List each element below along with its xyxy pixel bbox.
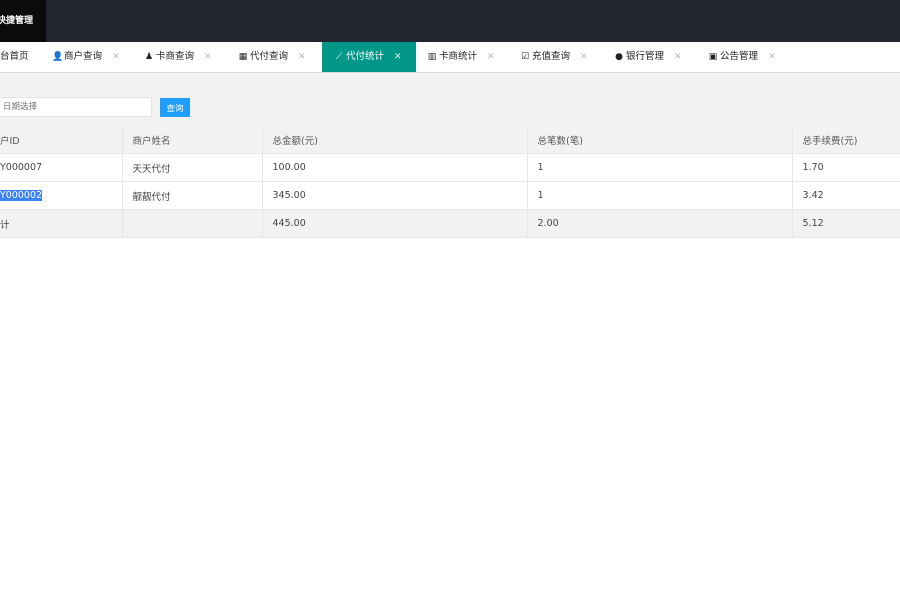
tab-bank-management-label: 银行管理: [626, 51, 665, 62]
tab-notice-management-label: 公告管理: [720, 51, 759, 62]
cell-merchant-id: Y000007: [0, 153, 123, 182]
user-icon: 👤: [52, 52, 64, 62]
cell-total-amount: 100.00: [262, 153, 528, 182]
query-button[interactable]: 查询: [160, 98, 190, 117]
cell-total-fee: 1.70: [792, 153, 900, 182]
cell-total-empty: [122, 209, 263, 238]
cell-total-fee: 3.42: [792, 181, 900, 210]
table-row[interactable]: Y000007 天天代付 100.00 1 1.70: [0, 153, 900, 182]
tab-merchant-query[interactable]: 👤商户查询 ✕: [52, 42, 120, 72]
cell-total-amount: 345.00: [262, 181, 528, 210]
tab-payout-query[interactable]: ▦ 代付查询 ✕: [238, 42, 306, 72]
table-total-row: 计 445.00 2.00 5.12: [0, 209, 900, 238]
tab-payout-query-label: 代付查询: [250, 51, 289, 62]
cell-total-fee-sum: 5.12: [792, 209, 900, 238]
cell-merchant-name: 靓靓代付: [122, 181, 263, 210]
tab-recharge-query-label: 充值查询: [532, 51, 571, 62]
shield-check-icon: ☑: [520, 52, 530, 62]
close-icon[interactable]: ✕: [487, 52, 495, 62]
close-icon[interactable]: ✕: [204, 52, 212, 62]
tab-bar: 台首页 👤商户查询 ✕ ♟ 卡商查询 ✕ ▦ 代付查询 ✕ ⟋ 代付统计 ✕ ▥ 卡商统计 ✕ ☑…: [0, 42, 900, 73]
tab-home[interactable]: 台首页: [0, 42, 29, 72]
close-icon[interactable]: ✕: [394, 52, 402, 62]
close-icon[interactable]: ✕: [674, 52, 682, 62]
brand-logo: 快捷管理: [0, 0, 46, 42]
top-header-bar: 快捷管理: [0, 0, 900, 42]
chart-icon: ⟋: [335, 52, 343, 62]
cell-total-count: 1: [527, 153, 793, 182]
brand-label: 快捷管理: [0, 16, 34, 26]
cell-total-count: 1: [527, 181, 793, 210]
tab-bank-management[interactable]: ● 银行管理 ✕: [614, 42, 682, 72]
table-header-row: 户ID 商户姓名 总金额(元) 总笔数(笔) 总手续费(元): [0, 126, 900, 154]
close-icon[interactable]: ✕: [112, 52, 120, 62]
cell-total-count-sum: 2.00: [527, 209, 793, 238]
column-header-total-fee[interactable]: 总手续费(元): [792, 126, 900, 154]
table-row[interactable]: Y000002 靓靓代付 345.00 1 3.42: [0, 181, 900, 210]
column-header-total-amount[interactable]: 总金额(元): [262, 126, 528, 154]
close-icon[interactable]: ✕: [580, 52, 588, 62]
bar-chart-icon: ▥: [427, 52, 437, 62]
info-circle-icon: ●: [615, 52, 623, 62]
tab-payout-stats[interactable]: ⟋ 代付统计 ✕: [322, 42, 416, 72]
tab-recharge-query[interactable]: ☑ 充值查询 ✕: [520, 42, 588, 72]
users-icon: ♟: [144, 52, 154, 62]
cell-merchant-id: Y000002: [0, 181, 123, 210]
content-top-spacer: [0, 73, 900, 90]
tab-card-merchant-query-label: 卡商查询: [156, 51, 195, 62]
tab-payout-stats-label: 代付统计: [346, 51, 385, 62]
search-toolbar: 查询: [0, 90, 900, 126]
tab-card-merchant-stats-label: 卡商统计: [439, 51, 478, 62]
tab-card-merchant-query[interactable]: ♟ 卡商查询 ✕: [144, 42, 212, 72]
cell-merchant-name: 天天代付: [122, 153, 263, 182]
tab-merchant-query-label: 商户查询: [64, 51, 103, 62]
payout-stats-table: 户ID 商户姓名 总金额(元) 总笔数(笔) 总手续费(元) Y000007 天…: [0, 126, 900, 238]
column-header-merchant-name[interactable]: 商户姓名: [122, 126, 263, 154]
cell-total-label: 计: [0, 209, 123, 238]
date-picker-input[interactable]: [0, 97, 152, 117]
tab-notice-management[interactable]: ▣ 公告管理 ✕: [708, 42, 776, 72]
column-header-merchant-id[interactable]: 户ID: [0, 126, 123, 154]
tab-home-label: 台首页: [0, 51, 29, 62]
calendar-icon: ▣: [708, 52, 718, 62]
selected-text: Y000002: [0, 190, 43, 201]
cell-total-amount-sum: 445.00: [262, 209, 528, 238]
tab-card-merchant-stats[interactable]: ▥ 卡商统计 ✕: [427, 42, 495, 72]
close-icon[interactable]: ✕: [768, 52, 776, 62]
column-header-total-count[interactable]: 总笔数(笔): [527, 126, 793, 154]
close-icon[interactable]: ✕: [298, 52, 306, 62]
table-icon: ▦: [238, 52, 248, 62]
